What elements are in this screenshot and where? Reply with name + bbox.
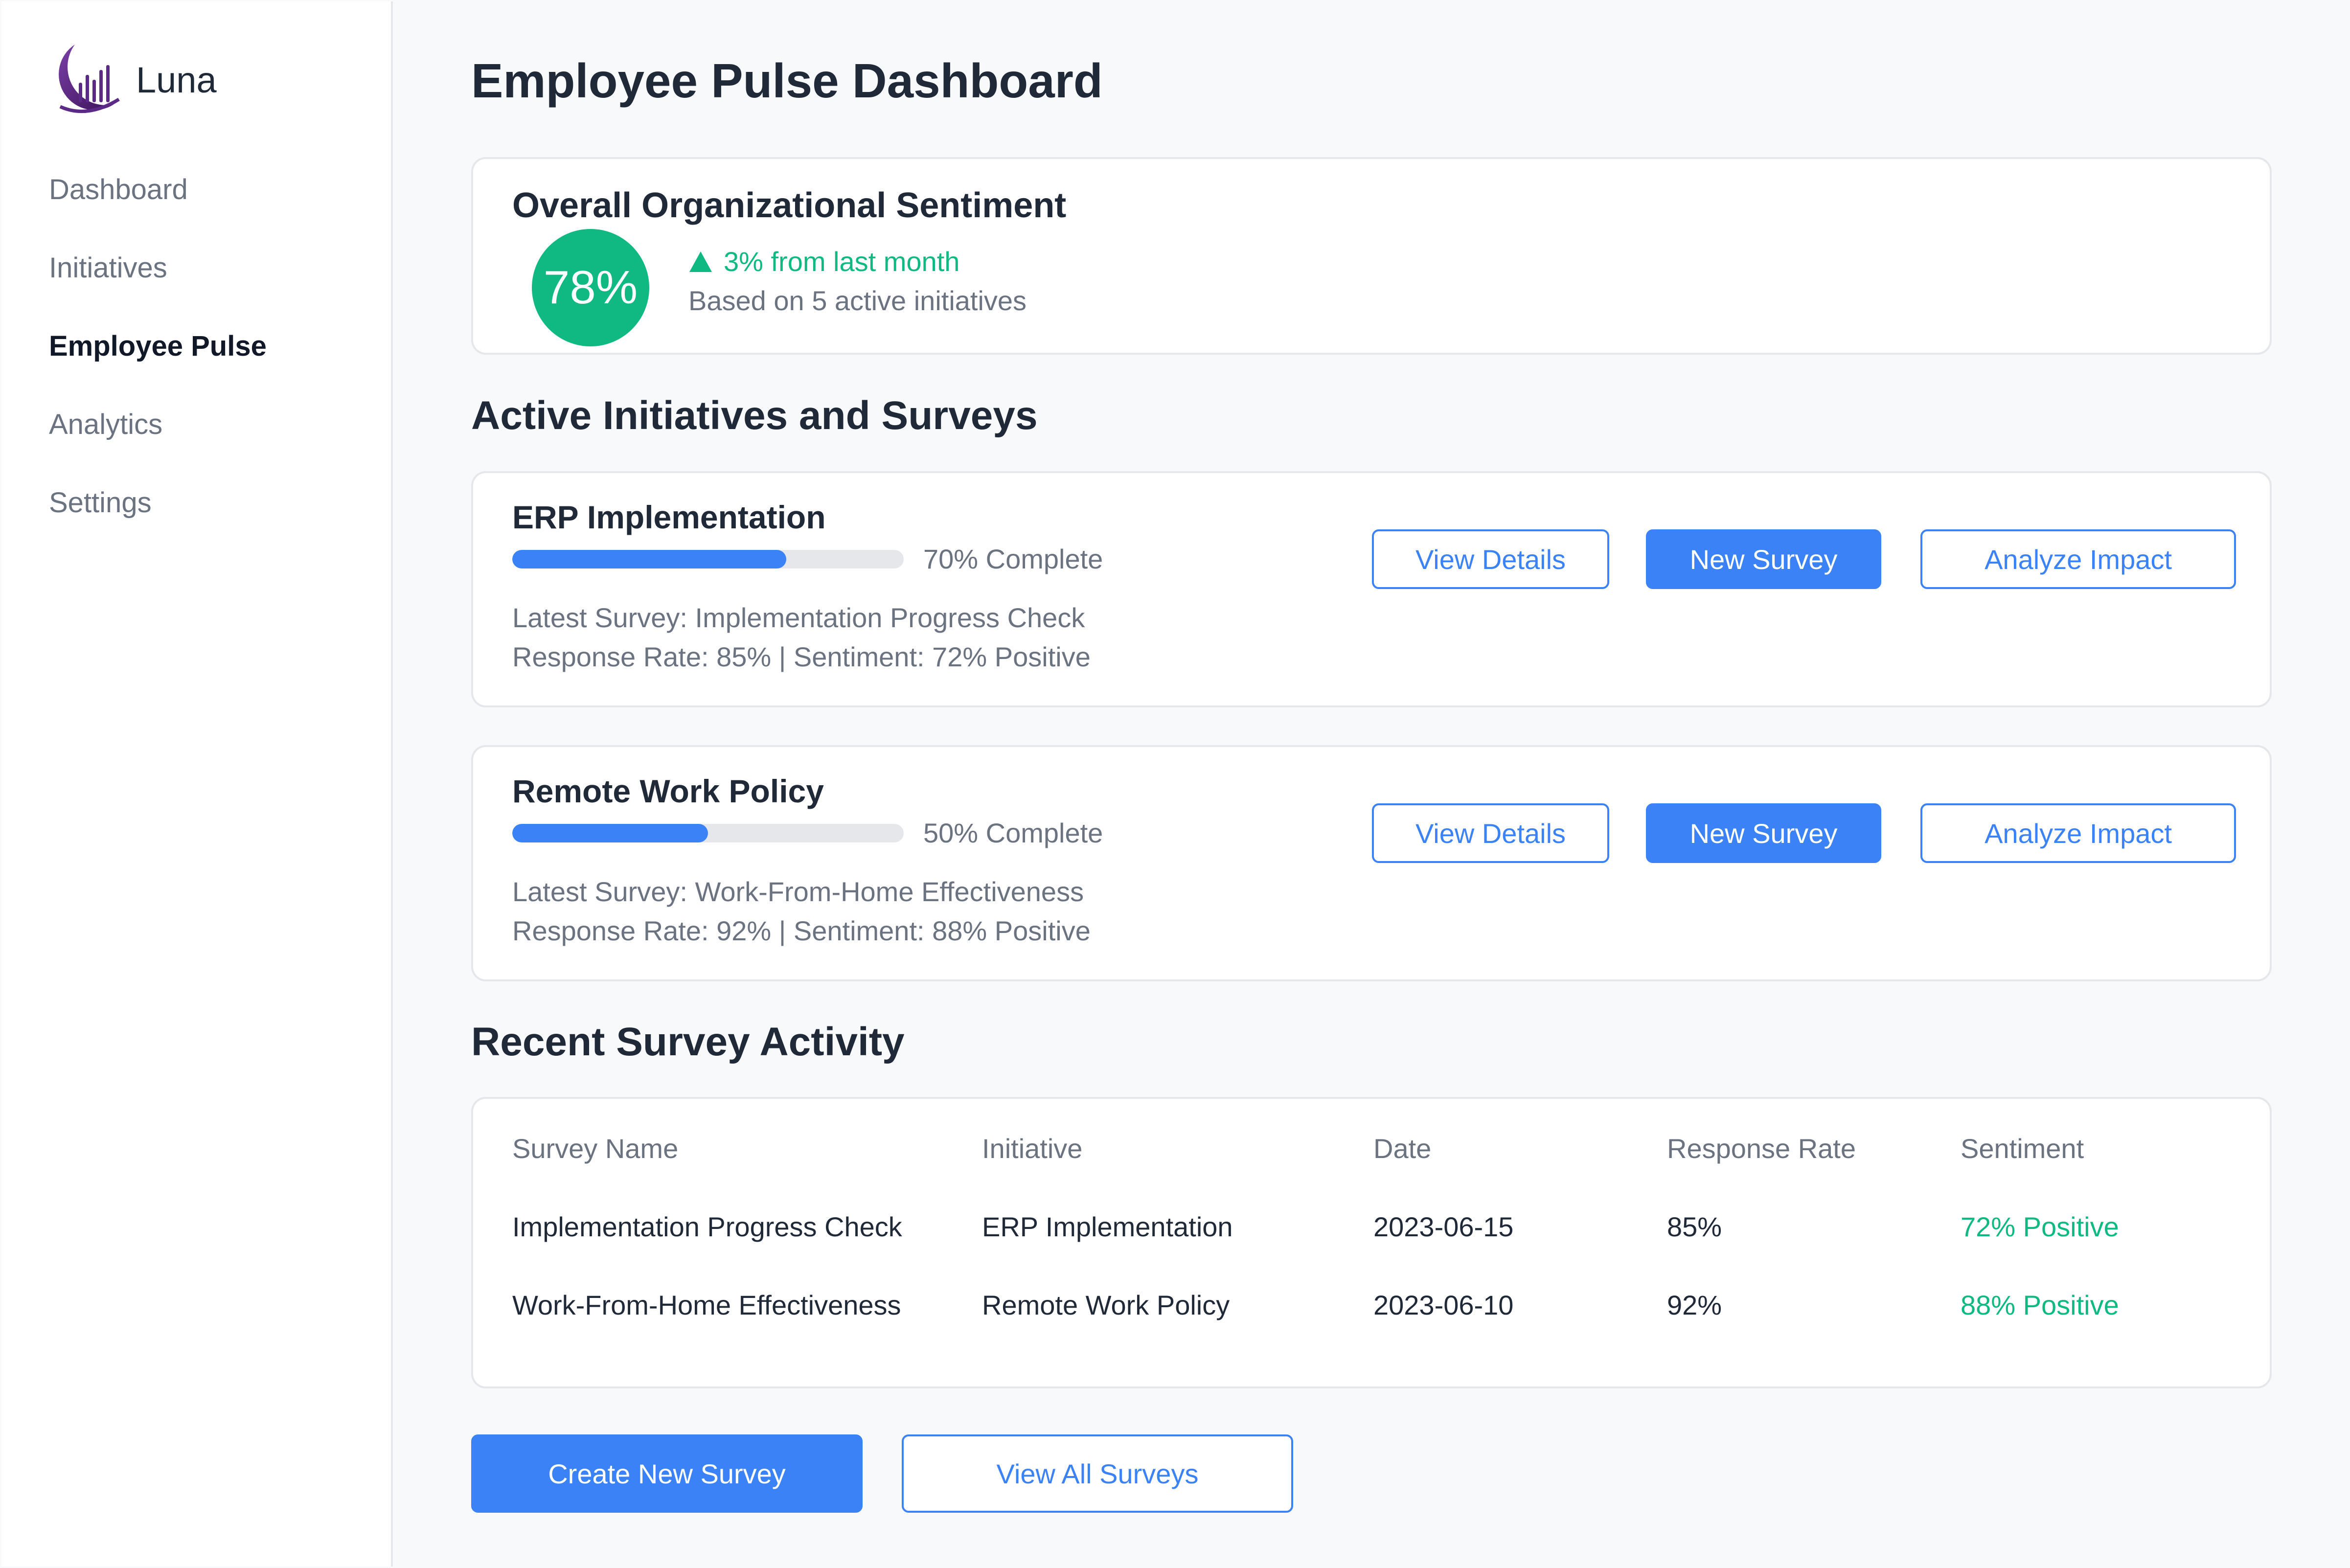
initiative-latest-survey: Latest Survey: Implementation Progress C…: [512, 602, 1085, 633]
initiative-progress-label: 50% Complete: [923, 818, 1103, 848]
cell-sentiment: 72% Positive: [1961, 1211, 2119, 1242]
page-title: Employee Pulse Dashboard: [471, 54, 1103, 108]
initiative-progress-fill: [512, 550, 786, 568]
survey-activity-table: Survey Name Initiative Date Response Rat…: [471, 1097, 2272, 1388]
brand[interactable]: Luna: [41, 41, 217, 119]
initiative-stats: Response Rate: 92% | Sentiment: 88% Posi…: [512, 915, 1091, 946]
initiative-card: Remote Work Policy 50% Complete Latest S…: [471, 745, 2272, 981]
sidebar-nav: Dashboard Initiatives Employee Pulse Ana…: [49, 168, 267, 559]
table-row[interactable]: Implementation Progress Check ERP Implem…: [512, 1207, 2235, 1247]
initiative-progress-label: 70% Complete: [923, 544, 1103, 574]
view-details-button[interactable]: View Details: [1372, 803, 1609, 863]
sidebar: Luna Dashboard Initiatives Employee Puls…: [1, 1, 393, 1567]
cell-response-rate: 85%: [1667, 1211, 1722, 1242]
luna-logo-icon: [51, 45, 120, 114]
initiative-name: Remote Work Policy: [512, 773, 824, 809]
sentiment-score: 78%: [543, 261, 638, 314]
sentiment-score-badge: 78%: [532, 229, 649, 346]
initiatives-section-title: Active Initiatives and Surveys: [471, 393, 1038, 438]
triangle-up-icon: [689, 251, 712, 272]
cell-response-rate: 92%: [1667, 1290, 1722, 1320]
initiative-progress-bar: [512, 550, 904, 568]
cell-date: 2023-06-10: [1373, 1290, 1514, 1320]
sidebar-item-employee-pulse[interactable]: Employee Pulse: [49, 324, 267, 403]
sidebar-item-initiatives[interactable]: Initiatives: [49, 246, 267, 324]
new-survey-button[interactable]: New Survey: [1646, 803, 1881, 863]
sentiment-title: Overall Organizational Sentiment: [512, 186, 1067, 225]
sidebar-item-analytics[interactable]: Analytics: [49, 403, 267, 481]
column-header-sentiment: Sentiment: [1961, 1133, 2084, 1164]
column-header-date: Date: [1373, 1133, 1432, 1164]
view-details-button[interactable]: View Details: [1372, 529, 1609, 589]
table-row[interactable]: Work-From-Home Effectiveness Remote Work…: [512, 1286, 2235, 1325]
brand-name: Luna: [136, 59, 217, 100]
initiative-stats: Response Rate: 85% | Sentiment: 72% Posi…: [512, 641, 1091, 672]
cell-date: 2023-06-15: [1373, 1211, 1514, 1242]
cell-survey-name: Work-From-Home Effectiveness: [512, 1290, 901, 1320]
sentiment-trend-text: 3% from last month: [724, 246, 960, 277]
app-root: Luna Dashboard Initiatives Employee Puls…: [0, 0, 2350, 1568]
analyze-impact-button[interactable]: Analyze Impact: [1920, 529, 2236, 589]
table-header-row: Survey Name Initiative Date Response Rat…: [512, 1129, 2235, 1168]
initiative-card: ERP Implementation 70% Complete Latest S…: [471, 471, 2272, 707]
sentiment-card: Overall Organizational Sentiment 78% 3% …: [471, 157, 2272, 355]
cell-survey-name: Implementation Progress Check: [512, 1211, 902, 1242]
sentiment-basis: Based on 5 active initiatives: [688, 285, 1027, 316]
initiative-name: ERP Implementation: [512, 499, 826, 535]
sidebar-item-dashboard[interactable]: Dashboard: [49, 168, 267, 246]
initiative-progress-fill: [512, 824, 708, 842]
cell-sentiment: 88% Positive: [1961, 1290, 2119, 1320]
activity-section-title: Recent Survey Activity: [471, 1020, 905, 1064]
create-new-survey-button[interactable]: Create New Survey: [471, 1434, 863, 1513]
initiative-latest-survey: Latest Survey: Work-From-Home Effectiven…: [512, 876, 1084, 907]
sentiment-trend: 3% from last month: [688, 242, 959, 281]
cell-initiative: Remote Work Policy: [982, 1290, 1230, 1320]
analyze-impact-button[interactable]: Analyze Impact: [1920, 803, 2236, 863]
initiative-progress-bar: [512, 824, 904, 842]
new-survey-button[interactable]: New Survey: [1646, 529, 1881, 589]
column-header-initiative: Initiative: [982, 1133, 1083, 1164]
column-header-response-rate: Response Rate: [1667, 1133, 1856, 1164]
view-all-surveys-button[interactable]: View All Surveys: [902, 1434, 1293, 1513]
column-header-survey-name: Survey Name: [512, 1133, 679, 1164]
sidebar-item-settings[interactable]: Settings: [49, 481, 267, 559]
cell-initiative: ERP Implementation: [982, 1211, 1233, 1242]
